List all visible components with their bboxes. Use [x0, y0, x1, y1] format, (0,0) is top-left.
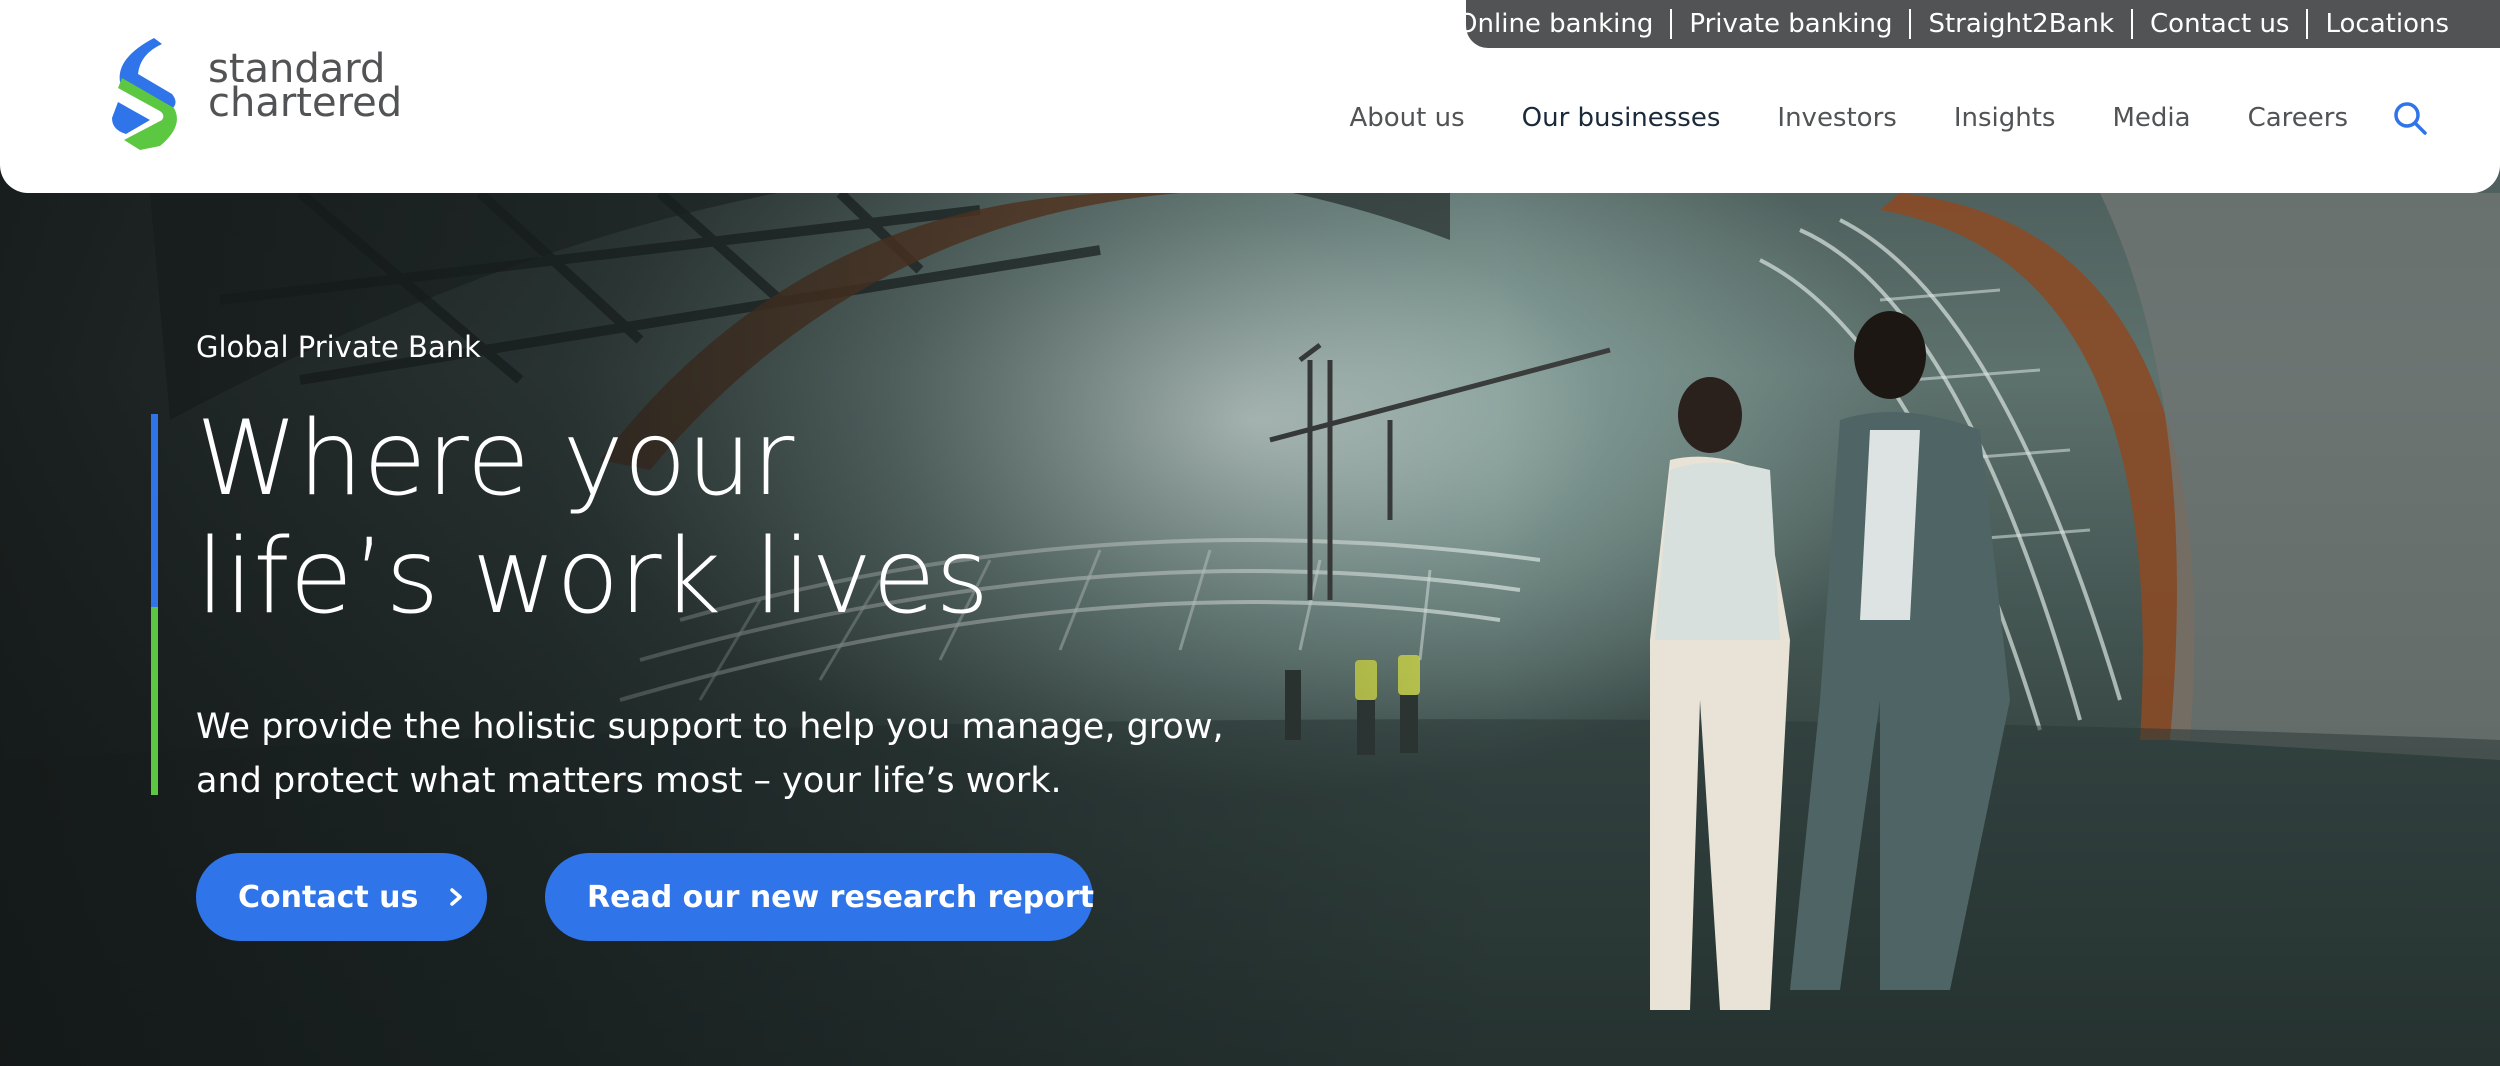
main-nav: About us Our businesses Investors Insigh… [1292, 100, 2428, 136]
hero-accent-bar-blue [151, 414, 158, 607]
hero-description: We provide the holistic support to help … [196, 700, 1236, 808]
nav-careers[interactable]: Careers [2248, 103, 2348, 133]
hero-eyebrow: Global Private Bank [196, 330, 481, 364]
search-icon[interactable] [2392, 100, 2428, 136]
utility-contact-us[interactable]: Contact us [2131, 9, 2306, 39]
research-report-button[interactable]: Read our new research report [545, 853, 1095, 941]
hero-headline-line-1: Where your [196, 399, 795, 519]
chevron-right-icon [450, 888, 463, 906]
contact-us-button-label: Contact us [238, 879, 419, 915]
hero-headline-line-2: life’s work lives [196, 517, 990, 637]
nav-about-us[interactable]: About us [1349, 103, 1464, 133]
utility-private-banking[interactable]: Private banking [1670, 9, 1909, 39]
utility-online-banking[interactable]: Online banking [1440, 9, 1670, 39]
research-report-button-label: Read our new research report [587, 879, 1095, 915]
utility-bar: Online banking Private banking Straight2… [1457, 0, 2500, 48]
logo-line-2: chartered [208, 80, 403, 126]
utility-straight2bank[interactable]: Straight2Bank [1909, 9, 2131, 39]
nav-insights[interactable]: Insights [1954, 103, 2056, 133]
nav-investors[interactable]: Investors [1777, 103, 1896, 133]
utility-locations[interactable]: Locations [2306, 9, 2466, 39]
nav-our-businesses[interactable]: Our businesses [1522, 103, 1721, 133]
hero-accent-bar-green [151, 607, 158, 795]
logo-mark-icon [112, 38, 177, 150]
nav-media[interactable]: Media [2112, 103, 2190, 133]
contact-us-button[interactable]: Contact us [196, 853, 487, 941]
hero-description-line-1: We provide the holistic support to help … [196, 707, 1224, 747]
logo-wordmark: standard chartered [208, 49, 403, 126]
standard-chartered-logo[interactable]: standard chartered [110, 34, 410, 152]
hero-headline: Where your life’s work lives [196, 400, 1196, 636]
hero-description-line-2: and protect what matters most – your lif… [196, 761, 1062, 801]
